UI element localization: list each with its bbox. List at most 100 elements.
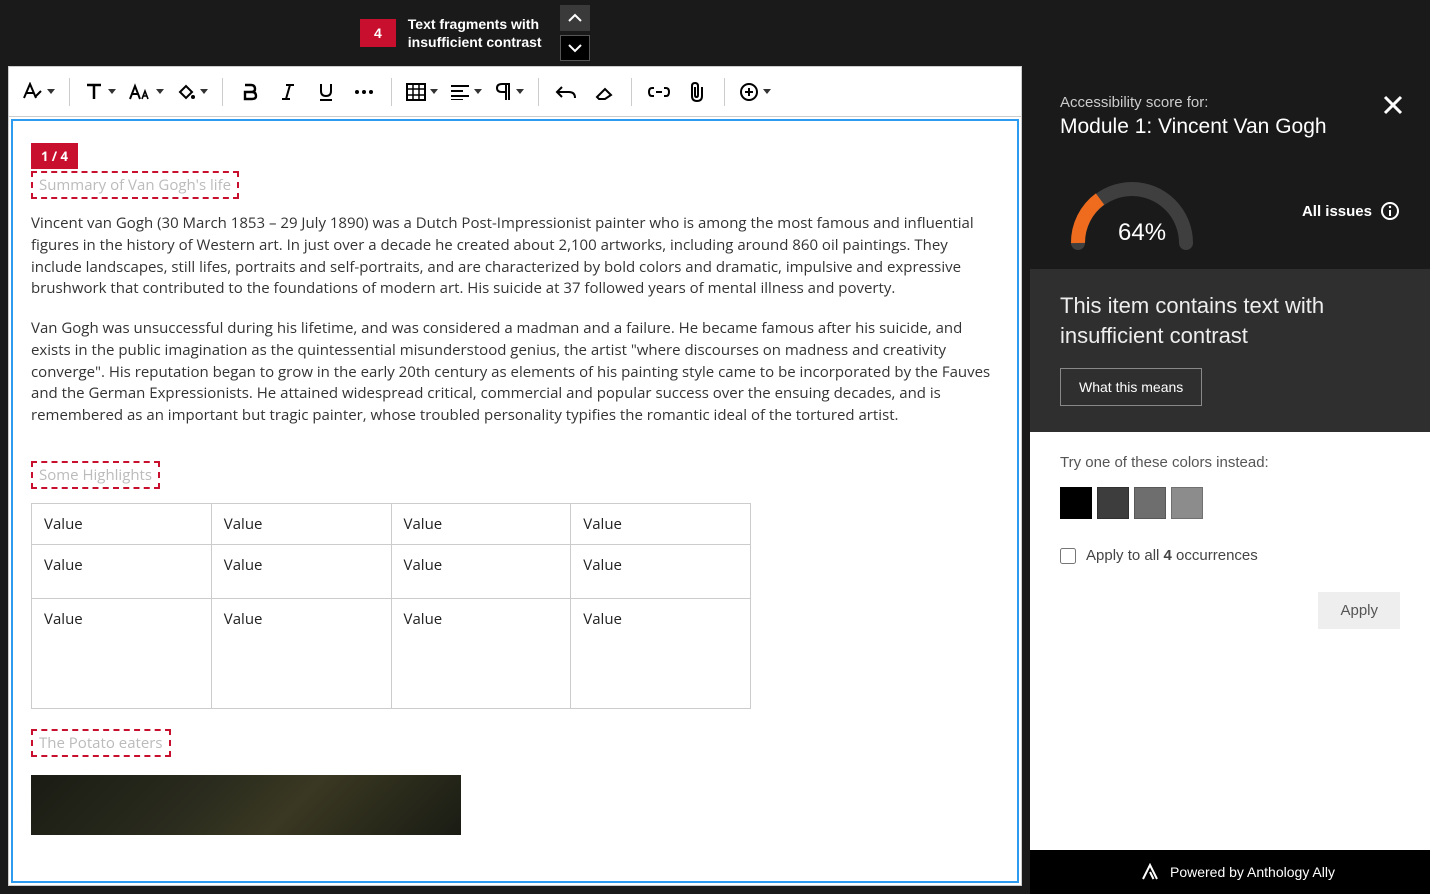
table-cell[interactable]: Value [391, 544, 571, 598]
top-bar: 4 Text fragments with insufficient contr… [0, 0, 1430, 66]
table-row: Value Value Value Value [32, 544, 751, 598]
what-this-means-button[interactable]: What this means [1060, 368, 1202, 406]
apply-all-label: Apply to all 4 occurrences [1086, 547, 1258, 564]
heading-summary: Summary of Van Gogh's life [31, 171, 239, 199]
undo-icon [555, 84, 577, 100]
issue-count-badge: 4 [360, 19, 396, 47]
ally-logo-icon [1140, 862, 1160, 882]
separator [724, 78, 725, 106]
editor-toolbar [9, 67, 1021, 117]
issue-navigator: 4 Text fragments with insufficient contr… [360, 5, 590, 61]
paragraph: Van Gogh was unsuccessful during his lif… [31, 318, 999, 427]
footer-text: Powered by Anthology Ally [1170, 864, 1335, 880]
table-cell[interactable]: Value [211, 598, 391, 708]
score-for-label: Accessibility score for: [1060, 94, 1400, 111]
highlight-color-button[interactable] [172, 75, 212, 109]
color-swatch[interactable] [1060, 487, 1092, 519]
editor: 1 / 4 Summary of Van Gogh's life Vincent… [8, 66, 1022, 886]
contrast-issue-fragment[interactable]: Some Highlights [31, 461, 160, 489]
paperclip-icon [688, 81, 706, 103]
table-cell[interactable]: Value [571, 598, 751, 708]
separator [69, 78, 70, 106]
link-icon [648, 85, 670, 99]
font-size-icon [128, 83, 152, 101]
table-cell[interactable]: Value [391, 598, 571, 708]
underline-icon [317, 82, 335, 102]
apply-all-checkbox[interactable] [1060, 548, 1076, 564]
text-format-icon [84, 82, 104, 102]
issue-description-block: This item contains text with insufficien… [1030, 269, 1430, 432]
editor-canvas[interactable]: 1 / 4 Summary of Van Gogh's life Vincent… [11, 119, 1019, 883]
module-title: Module 1: Vincent Van Gogh [1060, 115, 1400, 139]
values-table: Value Value Value Value Value Value Valu… [31, 503, 751, 709]
score-row: 64% All issues [1030, 153, 1430, 269]
table-cell[interactable]: Value [32, 544, 212, 598]
italic-icon [280, 83, 296, 101]
more-icon [354, 88, 374, 96]
more-text-button[interactable] [347, 75, 381, 109]
contrast-issue-fragment[interactable]: 1 / 4 Summary of Van Gogh's life [31, 171, 239, 199]
sidebar-header: Accessibility score for: Module 1: Vince… [1030, 66, 1430, 153]
separator [222, 78, 223, 106]
text-styles-button[interactable] [17, 75, 59, 109]
apply-button[interactable]: Apply [1318, 592, 1400, 629]
main-area: 1 / 4 Summary of Van Gogh's life Vincent… [0, 66, 1430, 894]
chevron-up-icon [568, 13, 582, 23]
table-cell[interactable]: Value [32, 503, 212, 544]
align-button[interactable] [446, 75, 486, 109]
table-cell[interactable]: Value [32, 598, 212, 708]
align-icon [450, 84, 470, 100]
chevron-down-icon [568, 43, 582, 53]
contrast-issue-fragment[interactable]: The Potato eaters [31, 729, 171, 757]
score-gauge: 64% [1060, 171, 1200, 251]
prev-issue-button[interactable] [560, 5, 590, 31]
table-cell[interactable]: Value [211, 503, 391, 544]
color-swatch[interactable] [1171, 487, 1203, 519]
table-cell[interactable]: Value [211, 544, 391, 598]
insert-button[interactable] [735, 75, 775, 109]
separator [391, 78, 392, 106]
issue-label: Text fragments with insufficient contras… [408, 15, 548, 51]
color-swatch[interactable] [1097, 487, 1129, 519]
paragraph-button[interactable] [490, 75, 528, 109]
apply-all-checkbox-row[interactable]: Apply to all 4 occurrences [1060, 547, 1400, 564]
separator [538, 78, 539, 106]
text-styles-icon [21, 82, 43, 102]
close-button[interactable] [1382, 94, 1404, 121]
info-icon [1380, 201, 1400, 221]
table-row: Value Value Value Value [32, 503, 751, 544]
paragraph: Vincent van Gogh (30 March 1853 – 29 Jul… [31, 213, 999, 300]
issue-description: This item contains text with insufficien… [1060, 291, 1400, 350]
bold-icon [241, 83, 259, 101]
all-issues-link[interactable]: All issues [1302, 201, 1400, 221]
underline-button[interactable] [309, 75, 343, 109]
sidebar-footer: Powered by Anthology Ally [1030, 850, 1430, 894]
table-button[interactable] [402, 75, 442, 109]
accessibility-sidebar: Accessibility score for: Module 1: Vince… [1030, 66, 1430, 894]
colors-hint: Try one of these colors instead: [1060, 454, 1400, 471]
table-cell[interactable]: Value [391, 503, 571, 544]
font-size-button[interactable] [124, 75, 168, 109]
bold-button[interactable] [233, 75, 267, 109]
heading-highlights: Some Highlights [31, 461, 160, 489]
undo-button[interactable] [549, 75, 583, 109]
clear-format-button[interactable] [587, 75, 621, 109]
table-cell[interactable]: Value [571, 503, 751, 544]
heading-potato: The Potato eaters [31, 729, 171, 757]
table-row: Value Value Value Value [32, 598, 751, 708]
content-image [31, 775, 461, 835]
issue-nav-arrows [560, 5, 590, 61]
color-swatch[interactable] [1134, 487, 1166, 519]
fragment-counter-badge: 1 / 4 [31, 143, 78, 169]
separator [631, 78, 632, 106]
paint-bucket-icon [176, 82, 196, 102]
color-suggestions-block: Try one of these colors instead: Apply t… [1030, 432, 1430, 850]
link-button[interactable] [642, 75, 676, 109]
text-format-button[interactable] [80, 75, 120, 109]
table-cell[interactable]: Value [571, 544, 751, 598]
table-icon [406, 83, 426, 101]
italic-button[interactable] [271, 75, 305, 109]
plus-circle-icon [739, 82, 759, 102]
attachment-button[interactable] [680, 75, 714, 109]
next-issue-button[interactable] [560, 35, 590, 61]
